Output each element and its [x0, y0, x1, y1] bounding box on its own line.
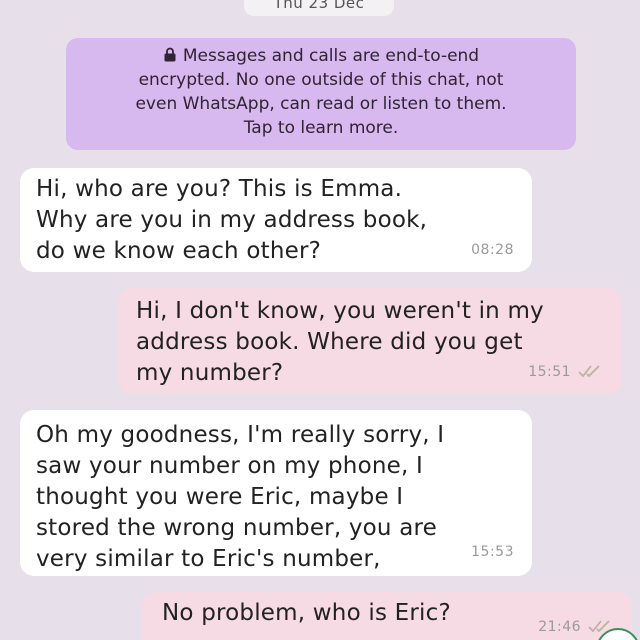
message-bubble-incoming[interactable]: Hi, who are you? This is Emma. Why are y… [20, 168, 532, 272]
message-line: Oh my goodness, I'm really sorry, I [36, 422, 445, 448]
lock-icon [164, 47, 176, 62]
message-bubble-incoming[interactable]: Oh my goodness, I'm really sorry, I saw … [20, 410, 532, 576]
chat-view: Thu 23 Dec Messages and calls are end-to… [0, 0, 640, 640]
message-time: 21:46 [538, 619, 582, 635]
message-line: very similar to Eric's number, [36, 546, 381, 572]
message-line: saw your number on my phone, I [36, 453, 423, 479]
message-meta: 15:51 [528, 357, 602, 388]
message-time: 08:28 [471, 242, 514, 258]
message-bubble-outgoing[interactable]: Hi, I don't know, you weren't in my addr… [118, 288, 622, 394]
encryption-notice[interactable]: Messages and calls are end-to-end encryp… [66, 38, 576, 150]
encryption-line: Messages and calls are end-to-end [76, 44, 566, 68]
learn-more-link[interactable]: Tap to learn more. [76, 116, 566, 140]
message-line: Why are you in my address book, [36, 207, 428, 233]
encryption-line: even WhatsApp, can read or listen to the… [135, 94, 507, 114]
message-line: thought you were Eric, maybe I [36, 484, 404, 510]
double-tick-icon [578, 365, 600, 378]
message-time: 15:53 [471, 544, 514, 560]
message-line: do we know each other? [36, 238, 322, 264]
date-chip: Thu 23 Dec [244, 0, 394, 16]
message-line: stored the wrong number, you are [36, 515, 438, 541]
message-line: address book. Where did you get [136, 329, 523, 355]
message-bubble-outgoing[interactable]: No problem, who is Eric? 21:46 [142, 592, 632, 640]
encryption-line: encrypted. No one outside of this chat, … [138, 70, 504, 90]
message-time: 15:51 [528, 364, 572, 380]
message-line: Hi, I don't know, you weren't in my [136, 298, 544, 324]
message-line: Hi, who are you? This is Emma. [36, 176, 403, 202]
